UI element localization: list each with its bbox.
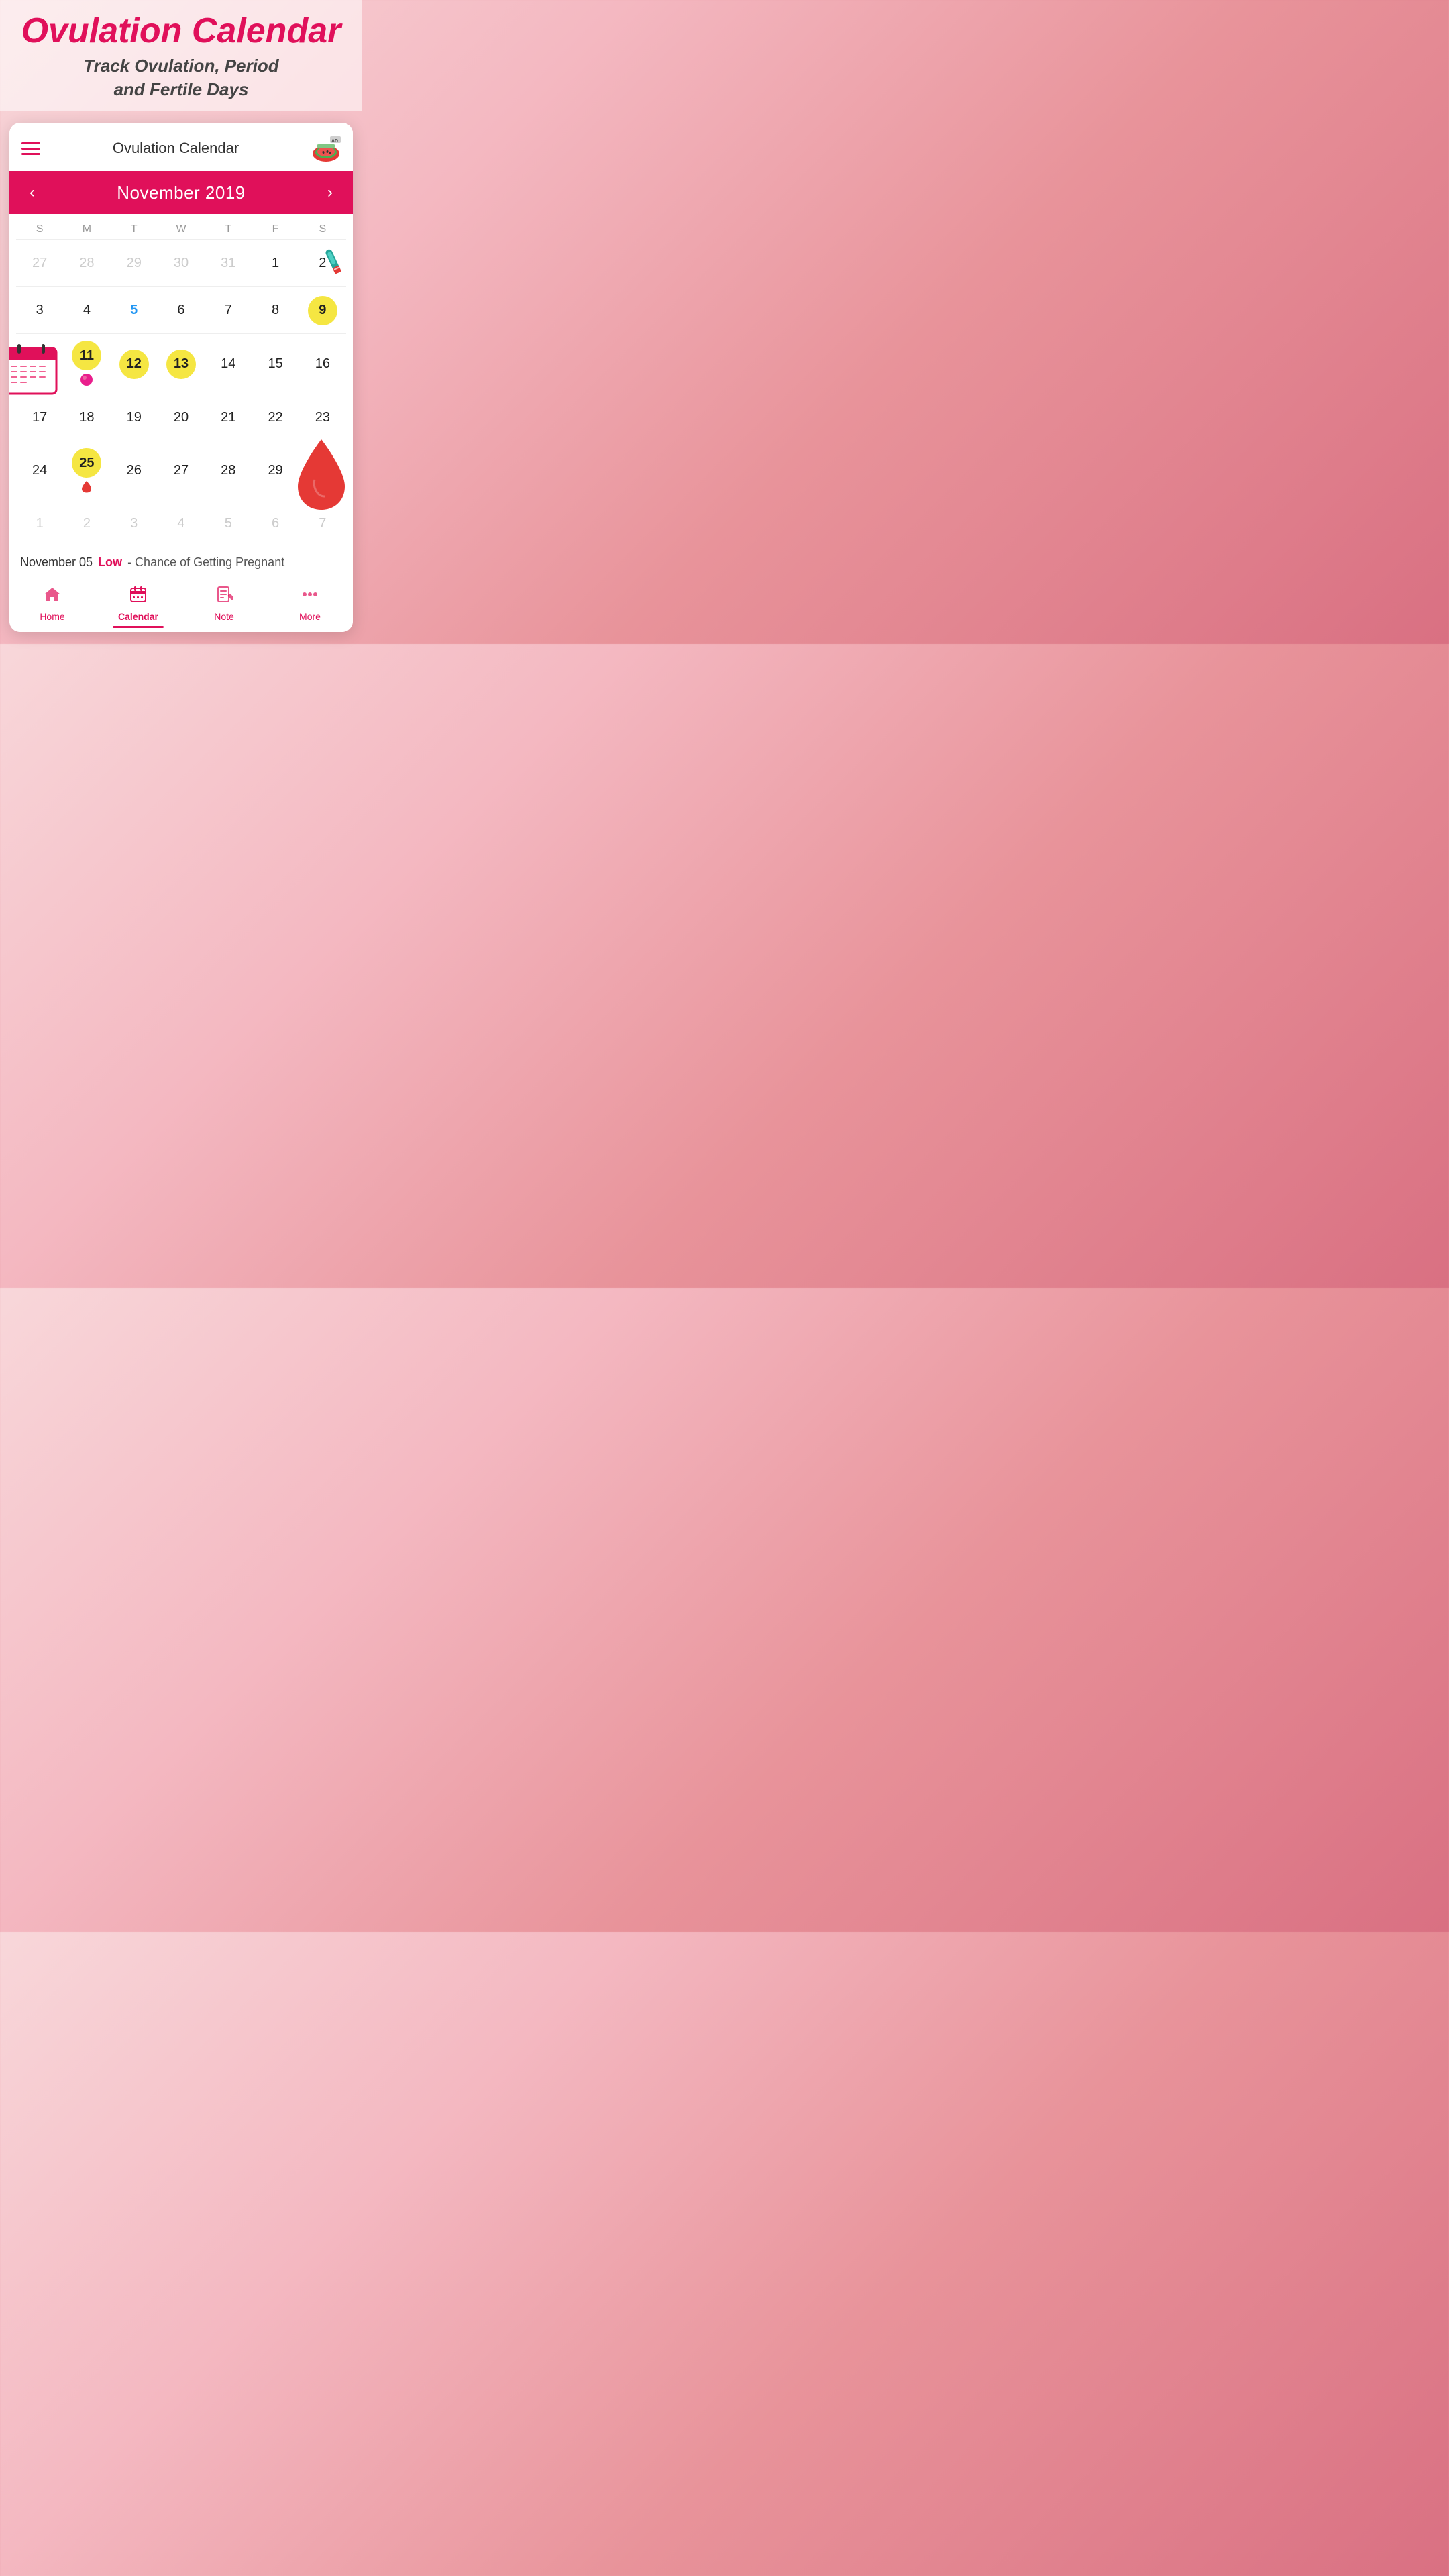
calendar-day-27-prev[interactable]: 27 [16,249,63,278]
weekday-mon: M [63,223,110,235]
weekday-sun: S [16,223,63,235]
calendar-day-28[interactable]: 28 [205,456,252,486]
calendar-day-16[interactable]: 16 [299,350,346,379]
calendar-day-2-next[interactable]: 2 [63,509,110,539]
calendar-day-26[interactable]: 26 [111,456,158,486]
calendar-day-3[interactable]: 3 [16,296,63,325]
calendar-day-15[interactable]: 15 [252,350,299,379]
week-row-5: 24 25 26 27 28 29 30 [16,441,346,500]
nav-note-label: Note [214,611,234,622]
nav-home[interactable]: Home [9,585,95,628]
blood-drop-small [81,480,92,493]
calendar-day-4[interactable]: 4 [63,296,110,325]
more-icon [301,585,319,608]
calendar-day-28-prev[interactable]: 28 [63,249,110,278]
top-bar: Ovulation Calendar AD [9,123,353,171]
app-title: Ovulation Calendar [13,12,349,50]
calendar-week-2: 3 4 5 6 7 8 9 [16,286,346,333]
status-text: - Chance of Getting Pregnant [127,555,284,570]
calendar-day-5-next[interactable]: 5 [205,509,252,539]
calendar-day-13[interactable]: 13 [158,350,205,379]
calendar-month-year: November 2019 [117,182,246,203]
calendar-day-8[interactable]: 8 [252,296,299,325]
weekday-thu: T [205,223,252,235]
calendar-day-6[interactable]: 6 [158,296,205,325]
watermelon-icon: AD [311,133,341,163]
app-subtitle: Track Ovulation, Periodand Fertile Days [13,54,349,101]
prev-month-button[interactable]: ‹ [23,180,42,205]
calendar-day-5[interactable]: 5 [111,296,158,325]
calendar-day-21[interactable]: 21 [205,403,252,433]
calendar-day-22[interactable]: 22 [252,403,299,433]
calendar-day-20[interactable]: 20 [158,403,205,433]
calendar-day-19[interactable]: 19 [111,403,158,433]
calendar-day-2[interactable]: 2 [299,249,346,278]
next-month-button[interactable]: › [321,180,339,205]
week-row-3: 10 11 12 13 14 15 16 [16,333,346,394]
top-bar-title: Ovulation Calendar [113,140,239,157]
calendar-day-18[interactable]: 18 [63,403,110,433]
nav-more-label: More [299,611,321,622]
nav-calendar-label: Calendar [118,611,158,622]
calendar-day-30-prev[interactable]: 30 [158,249,205,278]
nav-calendar[interactable]: Calendar [95,585,181,628]
calendar-day-12[interactable]: 12 [111,350,158,379]
nav-note[interactable]: Note [181,585,267,628]
nav-more[interactable]: More [267,585,353,628]
ovulation-indicator [79,372,94,387]
status-level: Low [98,555,122,570]
calendar-week-1: 27 28 29 30 31 1 2 [16,239,346,286]
calendar-day-25[interactable]: 25 [63,448,110,493]
weekday-fri: F [252,223,299,235]
weekday-wed: W [158,223,205,235]
calendar-grid: S M T W T F S 27 28 29 30 31 1 2 [9,214,353,547]
app-header: Ovulation Calendar Track Ovulation, Peri… [0,0,362,111]
card-inner: Ovulation Calendar AD [9,123,353,632]
status-bar: November 05 Low - Chance of Getting Preg… [9,547,353,578]
bottom-nav: Home Calendar [9,578,353,632]
calendar-day-1-next[interactable]: 1 [16,509,63,539]
calendar-day-14[interactable]: 14 [205,350,252,379]
calendar-day-24[interactable]: 24 [16,456,63,486]
calendar-day-1[interactable]: 1 [252,249,299,278]
calendar-day-7[interactable]: 7 [205,296,252,325]
weekday-sat: S [299,223,346,235]
calendar-day-31-prev[interactable]: 31 [205,249,252,278]
calendar-icon [129,585,148,608]
week-row-2: 3 4 5 6 7 8 9 [16,286,346,333]
calendar-day-17[interactable]: 17 [16,403,63,433]
calendar-day-7-next[interactable]: 7 [299,509,346,539]
calendar-day-23[interactable]: 23 [299,403,346,433]
calendar-day-27[interactable]: 27 [158,456,205,486]
calendar-day-6-next[interactable]: 6 [252,509,299,539]
calendar-mini-icon [9,340,60,397]
calendar-day-3-next[interactable]: 3 [111,509,158,539]
blood-drop-large [291,433,352,513]
nav-home-label: Home [40,611,64,622]
status-date: November 05 [20,555,93,570]
calendar-day-4-next[interactable]: 4 [158,509,205,539]
week-row-1: 27 28 29 30 31 1 2 [16,239,346,286]
calendar-day-29-prev[interactable]: 29 [111,249,158,278]
app-card: Ovulation Calendar AD [9,123,353,632]
calendar-nav: ‹ November 2019 › [9,171,353,214]
home-icon [43,585,62,608]
calendar-day-11[interactable]: 11 [63,341,110,387]
note-icon [215,585,233,608]
hamburger-menu[interactable] [21,142,40,155]
weekdays-row: S M T W T F S [16,214,346,239]
svg-text:AD: AD [331,139,338,144]
calendar-day-9[interactable]: 9 [299,296,346,325]
weekday-tue: T [111,223,158,235]
calendar-week-3: 10 11 12 13 14 15 16 [16,333,346,394]
